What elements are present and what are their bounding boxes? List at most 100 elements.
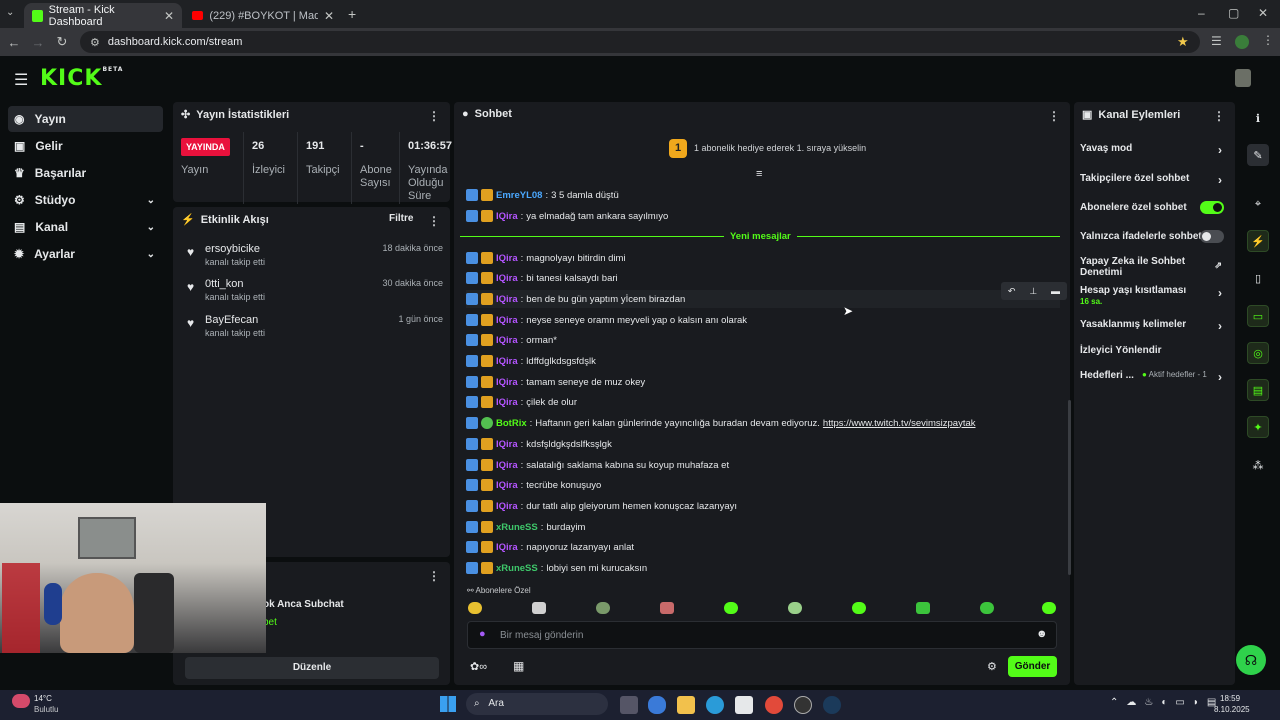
tab-list-chevron-icon[interactable]: ⌄ <box>6 7 14 18</box>
chat-message[interactable]: IQira: ldffdglkdsgsfdşlk <box>466 352 596 370</box>
emote-icon[interactable] <box>660 602 674 614</box>
chat-message[interactable]: IQira: bi tanesi kalsaydı bari <box>466 269 618 287</box>
chat-message[interactable]: IQira: tamam seneye de muz okey <box>466 373 645 391</box>
chat-message[interactable]: xRuneSS: lobiyi sen mi kurucaksın <box>466 559 647 577</box>
tools-icon[interactable]: ✦ <box>1247 416 1269 438</box>
taskbar-search[interactable]: ⌕ Ara <box>466 693 608 715</box>
chat-username[interactable]: IQira <box>496 356 518 367</box>
chat-link[interactable]: https://www.twitch.tv/sevimsizpaytak <box>823 418 976 429</box>
more-options-icon[interactable]: ⋮ <box>428 109 440 123</box>
lightning-icon[interactable]: ⚡ <box>1247 230 1269 252</box>
action-emotes-only[interactable]: Yalnızca ifadelerle sohbet <box>1080 230 1230 243</box>
emote-icon[interactable] <box>788 602 802 614</box>
chat-username[interactable]: IQira <box>496 335 518 346</box>
delete-icon[interactable]: ▬ <box>1051 286 1060 296</box>
site-info-icon[interactable]: ⚙ <box>90 36 100 49</box>
broadcast-icon[interactable]: ◎ <box>1247 342 1269 364</box>
new-tab-icon[interactable]: + <box>348 6 356 22</box>
chat-message[interactable]: IQira: tecrübe konuşuyo <box>466 476 601 494</box>
chat-settings-icon[interactable]: ⚙ <box>987 660 997 673</box>
send-button[interactable]: Gönder <box>1008 656 1057 677</box>
weather-icon[interactable] <box>12 694 30 708</box>
pin-icon[interactable]: ⊥ <box>1029 286 1037 297</box>
close-tab-icon[interactable]: ✕ <box>164 9 174 23</box>
store-app-icon[interactable] <box>735 696 753 714</box>
close-tab-icon[interactable]: ✕ <box>324 9 334 23</box>
emoji-icon[interactable]: ☻ <box>1036 628 1048 640</box>
apps-icon[interactable]: ⁂ <box>1247 454 1269 476</box>
focus-icon[interactable]: ⌖ <box>1247 193 1269 215</box>
minimize-icon[interactable]: – <box>1198 6 1205 20</box>
close-window-icon[interactable]: ✕ <box>1258 6 1268 20</box>
channel-points-icon[interactable]: ✿∞ <box>470 660 487 673</box>
reply-icon[interactable]: ↶ <box>1008 286 1016 297</box>
emote-icon[interactable] <box>724 602 738 614</box>
task-view-icon[interactable] <box>620 696 638 714</box>
chat-username[interactable]: IQira <box>496 315 518 326</box>
emote-icon[interactable] <box>916 602 930 614</box>
user-avatar[interactable] <box>1235 69 1251 87</box>
emote-icon[interactable] <box>468 602 482 614</box>
action-viewer-redirect[interactable]: İzleyici Yönlendir <box>1080 345 1230 356</box>
chat-username[interactable]: EmreYL08 <box>496 190 542 201</box>
sidebar-item-studyo[interactable]: ⚙ Stüdyo ⌄ <box>8 187 163 213</box>
tab-youtube[interactable]: (229) #BOYKOT | Madara Oldui ✕ <box>184 3 342 28</box>
chat-username[interactable]: IQira <box>496 377 518 388</box>
emote-icon[interactable] <box>596 602 610 614</box>
emote-icon[interactable] <box>1042 602 1056 614</box>
action-banned-words[interactable]: Yasaklanmış kelimeler › <box>1080 319 1230 333</box>
emote-icon[interactable] <box>980 602 994 614</box>
file-explorer-icon[interactable] <box>677 696 695 714</box>
chat-username[interactable]: xRuneSS <box>496 563 538 574</box>
microphone-icon[interactable]: ● <box>479 628 486 640</box>
tab-kick-dashboard[interactable]: Stream - Kick Dashboard ✕ <box>24 3 182 28</box>
sidebar-item-yayin[interactable]: ◉ Yayın <box>8 106 163 132</box>
chat-username[interactable]: BotRix <box>496 418 527 429</box>
chat-message[interactable]: IQira: çilek de olur <box>466 393 577 411</box>
more-options-icon[interactable]: ⋮ <box>428 569 440 583</box>
edit-button[interactable]: Düzenle <box>185 657 439 679</box>
chat-message[interactable]: IQira: orman* <box>466 331 557 349</box>
more-options-icon[interactable]: ⋮ <box>1213 109 1225 123</box>
sidebar-item-gelir[interactable]: ▣ Gelir <box>8 133 163 159</box>
chat-username[interactable]: IQira <box>496 253 518 264</box>
emote-icon[interactable] <box>532 602 546 614</box>
edge-icon[interactable] <box>706 696 724 714</box>
info-icon[interactable]: ℹ <box>1247 107 1269 129</box>
chat-message[interactable]: IQira: magnolyayı bitirdin dimi <box>466 249 626 267</box>
kick-logo[interactable]: KICKBETA <box>40 66 123 91</box>
emote-icon[interactable] <box>852 602 866 614</box>
subs-only-toggle[interactable] <box>1200 201 1224 214</box>
emotes-only-toggle[interactable] <box>1200 230 1224 243</box>
chat-username[interactable]: IQira <box>496 480 518 491</box>
chat-username[interactable]: IQira <box>496 439 518 450</box>
chat-message[interactable]: IQira: ben de bu gün yaptım yİcem birazda… <box>466 290 1060 308</box>
maximize-icon[interactable]: ▢ <box>1228 6 1239 20</box>
chat-message[interactable]: IQira: dur tatlı alıp gleiyorum hemen kon… <box>466 497 737 515</box>
chat-message[interactable]: IQira: ya elmadağ tam ankara sayılmıyo <box>466 207 668 225</box>
chat-username[interactable]: IQira <box>496 460 518 471</box>
chat-message[interactable]: IQira: napıyoruz lazanyayı anlat <box>466 538 634 556</box>
chat-input[interactable]: ● Bir mesaj gönderin ☻ <box>467 621 1057 649</box>
copilot-icon[interactable] <box>648 696 666 714</box>
more-options-icon[interactable]: ⋮ <box>1048 109 1060 123</box>
store-icon[interactable]: ▦ <box>513 659 524 673</box>
hamburger-menu-icon[interactable]: ☰ <box>14 70 28 90</box>
document-icon[interactable]: ▯ <box>1247 267 1269 289</box>
playlist-icon[interactable]: ☰ <box>1211 34 1222 48</box>
chrome-icon[interactable] <box>765 696 783 714</box>
action-account-age[interactable]: Hesap yaşı kısıtlaması 16 sa. › <box>1080 285 1230 307</box>
reload-icon[interactable]: ↻ <box>50 34 74 50</box>
chat-username[interactable]: IQira <box>496 294 518 305</box>
bookmark-star-icon[interactable]: ★ <box>1177 34 1189 50</box>
windows-start-icon[interactable] <box>440 696 456 712</box>
tray-icons[interactable]: ⌃☁♨◐▭◗▤ <box>1110 697 1224 708</box>
chat-username[interactable]: IQira <box>496 273 518 284</box>
support-chat-button[interactable]: ☊ <box>1236 645 1266 675</box>
filter-button[interactable]: Filtre <box>389 213 413 224</box>
action-subs-only[interactable]: Abonelere özel sohbet <box>1080 201 1230 214</box>
chat-message[interactable]: BotRix: Haftanın geri kalan günlerinde ya… <box>466 414 976 432</box>
steam-icon[interactable] <box>823 696 841 714</box>
chat-message[interactable]: IQira: salatalığı saklama kabına su koyup… <box>466 456 729 474</box>
chat-scrollbar[interactable] <box>1068 400 1071 575</box>
